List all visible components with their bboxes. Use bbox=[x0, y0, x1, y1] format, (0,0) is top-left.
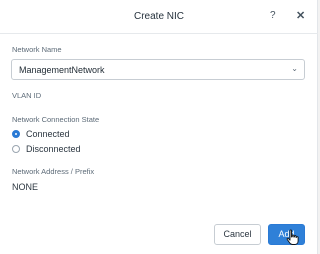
network-address-value: NONE bbox=[12, 182, 39, 192]
close-icon[interactable]: ✕ bbox=[296, 9, 305, 22]
cancel-button[interactable]: Cancel bbox=[214, 224, 261, 245]
help-icon[interactable]: ? bbox=[270, 10, 276, 21]
network-name-label: Network Name bbox=[12, 45, 62, 54]
network-name-select[interactable]: ManagementNetwork ⌄ bbox=[11, 59, 305, 80]
network-address-label: Network Address / Prefix bbox=[12, 167, 95, 176]
radio-connected-indicator[interactable] bbox=[12, 130, 20, 138]
vlan-id-label: VLAN ID bbox=[12, 91, 42, 100]
chevron-down-icon: ⌄ bbox=[291, 64, 298, 73]
create-nic-dialog: Create NIC ? ✕ Network Name ManagementNe… bbox=[0, 0, 318, 254]
radio-connected-label: Connected bbox=[26, 129, 70, 139]
hand-cursor-icon bbox=[286, 229, 299, 245]
connection-state-label: Network Connection State bbox=[12, 115, 100, 124]
dialog-header: Create NIC ? ✕ bbox=[0, 0, 318, 34]
radio-disconnected-indicator[interactable] bbox=[12, 145, 20, 153]
radio-disconnected-label: Disconnected bbox=[26, 144, 81, 154]
network-name-value: ManagementNetwork bbox=[19, 65, 105, 75]
